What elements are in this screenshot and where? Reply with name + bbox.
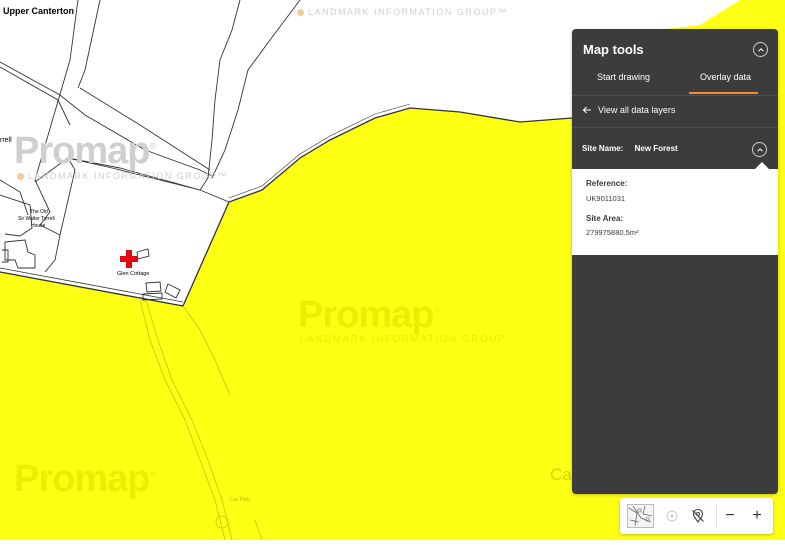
- site-area-label: Site Area:: [586, 214, 624, 223]
- view-all-layers-label: View all data layers: [598, 105, 676, 115]
- section-divider: [572, 127, 778, 128]
- place-label-upper-canterton: Upper Canterton: [3, 6, 75, 16]
- tab-start-drawing[interactable]: Start drawing: [597, 72, 650, 82]
- site-name-value: New Forest: [634, 144, 678, 153]
- watermark-dot-icon: [297, 8, 304, 16]
- minus-icon: −: [725, 507, 735, 524]
- collapse-panel-button[interactable]: [753, 42, 768, 57]
- place-label-rrell: rrell: [0, 137, 12, 144]
- plus-icon: +: [752, 507, 762, 524]
- locate-icon: [666, 510, 678, 522]
- active-tab-indicator: [689, 92, 758, 94]
- reference-value: UK9011031: [586, 194, 626, 203]
- site-name-row: Site Name: New Forest: [582, 144, 678, 153]
- place-label-the-old: The Old: [30, 209, 48, 215]
- watermark-company-text: LANDMARK INFORMATION GROUP™: [308, 7, 508, 17]
- basemap-switcher-button[interactable]: [625, 498, 655, 534]
- site-name-label: Site Name:: [582, 144, 624, 153]
- locate-button[interactable]: [661, 498, 683, 534]
- place-label-sir-walter: Sir Walter Tyrrell: [18, 216, 55, 222]
- map-toolbar: − +: [620, 498, 773, 534]
- location-off-icon: [692, 508, 704, 523]
- tabs-divider: [572, 95, 778, 96]
- site-details-card: Reference: UK9011031 Site Area: 27997588…: [572, 169, 778, 255]
- place-label-glen-cottage: Glen Cottage: [117, 271, 150, 277]
- watermark-subline: LANDMARK INFORMATION GROUP™: [17, 171, 228, 181]
- toggle-location-button[interactable]: [685, 498, 711, 534]
- place-label-ca: Ca: [550, 465, 572, 484]
- watermark-brand: Promap®: [14, 130, 156, 172]
- zoom-in-button[interactable]: +: [744, 498, 770, 534]
- zoom-out-button[interactable]: −: [718, 498, 742, 534]
- arrow-left-icon: [582, 106, 591, 114]
- basemap-thumbnail-icon: [626, 504, 654, 528]
- place-label-house: House: [31, 223, 46, 229]
- place-label-car-park: Car Park: [230, 497, 250, 503]
- watermark-company-text: LANDMARK INFORMATION GROUP™: [28, 171, 228, 181]
- tab-overlay-data[interactable]: Overlay data: [700, 72, 751, 82]
- panel-title: Map tools: [583, 42, 644, 57]
- chevron-up-icon: [757, 47, 764, 52]
- watermark-brand-overlay: Promap®: [298, 294, 440, 336]
- toolbar-divider: [716, 504, 717, 528]
- watermark-brand-overlay-lower: Promap®: [14, 458, 156, 500]
- collapse-site-details-button[interactable]: [752, 142, 767, 157]
- watermark-header: LANDMARK INFORMATION GROUP™: [297, 7, 508, 17]
- reference-label: Reference:: [586, 179, 628, 188]
- watermark-company-overlay: LANDMARK INFORMATION GROUP: [300, 334, 507, 345]
- map-tools-panel: Map tools Start drawing Overlay data Vie…: [572, 29, 778, 494]
- watermark-registered: ®: [149, 141, 156, 152]
- watermark-dot-icon: [17, 172, 24, 180]
- site-area-value: 279975880.5m²: [586, 228, 639, 237]
- chevron-up-icon: [756, 147, 763, 152]
- view-all-layers-link[interactable]: View all data layers: [582, 105, 675, 115]
